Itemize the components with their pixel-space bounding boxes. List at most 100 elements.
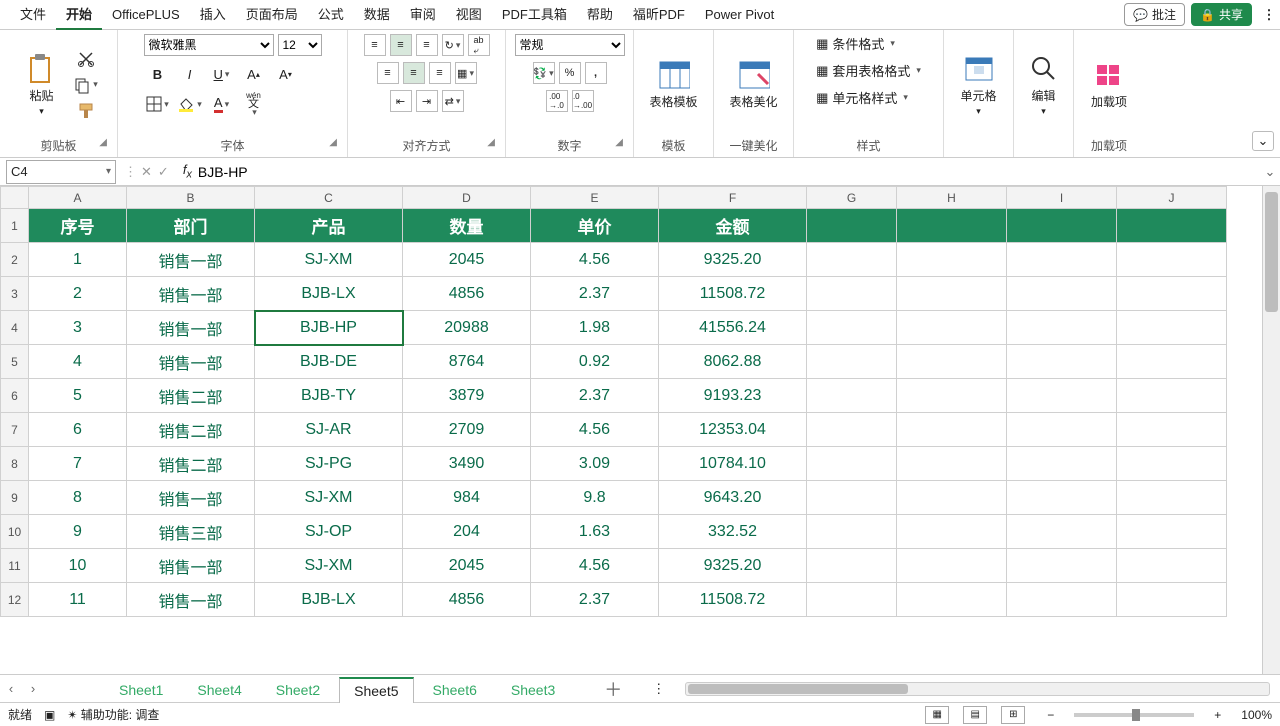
cell[interactable]: 41556.24 bbox=[659, 311, 807, 345]
italic-button[interactable]: I bbox=[176, 62, 204, 86]
cell[interactable] bbox=[1117, 447, 1227, 481]
orientation-button[interactable]: ↻ bbox=[442, 34, 464, 56]
cell[interactable]: 4856 bbox=[403, 583, 531, 617]
cell[interactable] bbox=[897, 447, 1007, 481]
col-header[interactable]: E bbox=[531, 187, 659, 209]
cell[interactable] bbox=[897, 345, 1007, 379]
cell[interactable]: 11 bbox=[29, 583, 127, 617]
cell[interactable] bbox=[807, 277, 897, 311]
cell[interactable] bbox=[807, 379, 897, 413]
cell[interactable]: 1 bbox=[29, 243, 127, 277]
decrease-indent-button[interactable]: ⇤ bbox=[390, 90, 412, 112]
cell[interactable]: 销售一部 bbox=[127, 345, 255, 379]
cell[interactable]: 9.8 bbox=[531, 481, 659, 515]
row-header[interactable]: 7 bbox=[1, 413, 29, 447]
cell[interactable]: SJ-XM bbox=[255, 549, 403, 583]
cell[interactable] bbox=[897, 209, 1007, 243]
row-header[interactable]: 11 bbox=[1, 549, 29, 583]
number-launcher[interactable]: ◢ bbox=[615, 132, 623, 154]
tab-layout[interactable]: 页面布局 bbox=[236, 0, 308, 30]
col-header[interactable]: C bbox=[255, 187, 403, 209]
cell[interactable] bbox=[1007, 277, 1117, 311]
row-header[interactable]: 2 bbox=[1, 243, 29, 277]
cell[interactable]: 3 bbox=[29, 311, 127, 345]
row-header[interactable]: 6 bbox=[1, 379, 29, 413]
a11y-status[interactable]: ✴ 辅助功能: 调查 bbox=[67, 706, 159, 723]
row-header[interactable]: 10 bbox=[1, 515, 29, 549]
cell[interactable]: 销售一部 bbox=[127, 243, 255, 277]
cell[interactable]: 11508.72 bbox=[659, 277, 807, 311]
cell[interactable]: BJB-DE bbox=[255, 345, 403, 379]
tab-formula[interactable]: 公式 bbox=[308, 0, 354, 30]
increase-indent-button[interactable]: ⇥ bbox=[416, 90, 438, 112]
increase-decimal-button[interactable]: .00→.0 bbox=[546, 90, 568, 112]
cell[interactable] bbox=[1117, 209, 1227, 243]
row-header[interactable]: 9 bbox=[1, 481, 29, 515]
cell[interactable] bbox=[807, 583, 897, 617]
cell[interactable]: 5 bbox=[29, 379, 127, 413]
zoom-out-button[interactable]: − bbox=[1047, 708, 1054, 722]
cell[interactable] bbox=[897, 311, 1007, 345]
cell[interactable] bbox=[1007, 481, 1117, 515]
col-header[interactable]: J bbox=[1117, 187, 1227, 209]
tab-file[interactable]: 文件 bbox=[10, 0, 56, 30]
macro-icon[interactable]: ▣ bbox=[44, 708, 55, 722]
text-direction-button[interactable]: ⇄ bbox=[442, 90, 464, 112]
sheet-menu-button[interactable]: ⋮ bbox=[652, 681, 665, 697]
cell[interactable]: 2709 bbox=[403, 413, 531, 447]
name-box[interactable]: C4▾ bbox=[6, 160, 116, 184]
tab-data[interactable]: 数据 bbox=[354, 0, 400, 30]
col-header[interactable]: G bbox=[807, 187, 897, 209]
col-header[interactable]: F bbox=[659, 187, 807, 209]
cell[interactable]: 3879 bbox=[403, 379, 531, 413]
cell[interactable] bbox=[807, 549, 897, 583]
sheet-tab[interactable]: Sheet2 bbox=[261, 677, 335, 702]
cell[interactable]: 4.56 bbox=[531, 413, 659, 447]
table-beautify-button[interactable]: 表格美化 bbox=[730, 59, 778, 110]
zoom-in-button[interactable]: + bbox=[1214, 708, 1221, 722]
cell[interactable] bbox=[807, 311, 897, 345]
cell[interactable]: 12353.04 bbox=[659, 413, 807, 447]
cell[interactable] bbox=[1007, 311, 1117, 345]
align-bottom-button[interactable]: ≡ bbox=[416, 34, 438, 56]
col-header[interactable]: H bbox=[897, 187, 1007, 209]
cell[interactable]: 产品 bbox=[255, 209, 403, 243]
cell[interactable] bbox=[897, 515, 1007, 549]
cell[interactable] bbox=[1117, 379, 1227, 413]
cell[interactable]: 2045 bbox=[403, 549, 531, 583]
cell[interactable] bbox=[1117, 583, 1227, 617]
tab-foxit[interactable]: 福昕PDF bbox=[623, 0, 695, 30]
table-format-button[interactable]: ▦ 套用表格格式 bbox=[816, 61, 921, 80]
col-header[interactable]: A bbox=[29, 187, 127, 209]
accept-formula-button[interactable]: ✓ bbox=[158, 164, 169, 180]
align-right-button[interactable]: ≡ bbox=[429, 62, 451, 84]
cell[interactable] bbox=[1117, 243, 1227, 277]
grow-font-button[interactable]: A▴ bbox=[240, 62, 268, 86]
align-launcher[interactable]: ◢ bbox=[487, 132, 495, 154]
cell[interactable]: 4856 bbox=[403, 277, 531, 311]
cell[interactable]: 3.09 bbox=[531, 447, 659, 481]
fx-button[interactable]: fx bbox=[183, 162, 192, 181]
add-sheet-button[interactable]: ＋ bbox=[604, 676, 622, 702]
cell[interactable]: 单价 bbox=[531, 209, 659, 243]
cell[interactable]: 数量 bbox=[403, 209, 531, 243]
conditional-format-button[interactable]: ▦ 条件格式 bbox=[816, 34, 895, 53]
cell[interactable]: 金额 bbox=[659, 209, 807, 243]
cell[interactable] bbox=[897, 481, 1007, 515]
cell[interactable]: SJ-XM bbox=[255, 481, 403, 515]
cell[interactable] bbox=[897, 583, 1007, 617]
comma-button[interactable]: , bbox=[585, 62, 607, 84]
cell[interactable]: BJB-TY bbox=[255, 379, 403, 413]
sheet-nav-prev[interactable]: ‹ bbox=[0, 681, 22, 696]
cell[interactable] bbox=[807, 413, 897, 447]
comment-button[interactable]: 💬 批注 bbox=[1124, 3, 1185, 26]
cell[interactable] bbox=[1117, 345, 1227, 379]
cell[interactable]: 2.37 bbox=[531, 583, 659, 617]
sheet-tab[interactable]: Sheet4 bbox=[182, 677, 256, 702]
cell[interactable] bbox=[1007, 515, 1117, 549]
cell[interactable]: 332.52 bbox=[659, 515, 807, 549]
cell[interactable] bbox=[1007, 379, 1117, 413]
row-header[interactable]: 3 bbox=[1, 277, 29, 311]
underline-button[interactable]: U bbox=[208, 62, 236, 86]
cell[interactable]: 3490 bbox=[403, 447, 531, 481]
